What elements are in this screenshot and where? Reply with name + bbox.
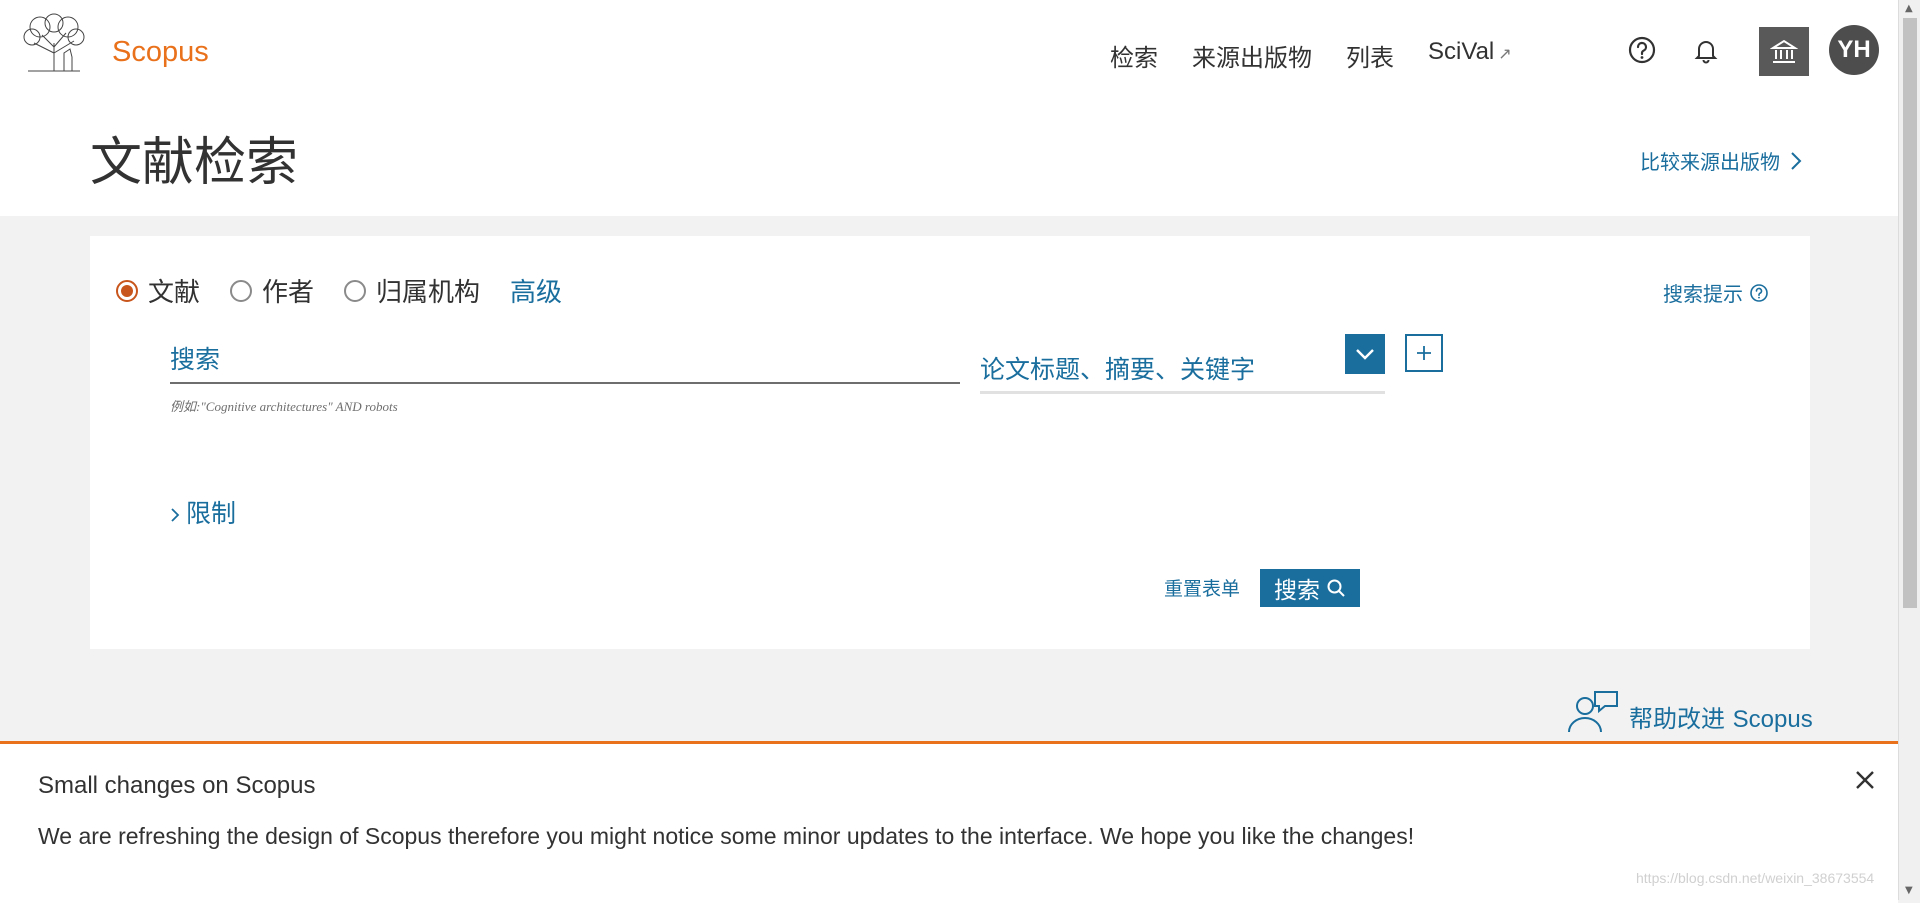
help-circle-icon [1750,283,1768,302]
scroll-down-icon[interactable]: ▼ [1905,886,1915,896]
search-icon [1327,579,1345,597]
feedback-link[interactable]: 帮助改进 Scopus [1565,688,1813,734]
search-button-label: 搜索 [1274,578,1320,604]
external-link-icon: ↗ [1498,46,1512,63]
page-title: 文献检索 [90,133,299,193]
top-header: Scopus 检索 来源出版物 列表 SciVal ↗ YH [0,0,1898,108]
institution-icon [1770,39,1798,63]
search-field-select[interactable]: 论文标题、摘要、关键字 [980,334,1385,394]
nav-item-lists[interactable]: 列表 [1346,38,1394,73]
close-icon[interactable] [1852,767,1878,793]
nav-item-scival-label: SciVal [1428,38,1495,65]
search-input[interactable] [170,336,960,382]
search-field [170,336,960,384]
radio-affiliations[interactable]: 归属机构 [344,272,480,309]
scroll-up-icon[interactable]: ▲ [1905,4,1915,14]
limits-toggle[interactable]: 限制 [170,494,236,530]
watermark-text: https://blog.csdn.net/weixin_38673554 [1636,870,1875,886]
bell-icon[interactable] [1690,34,1722,66]
radio-affiliations-label: 归属机构 [376,278,481,308]
radio-documents[interactable]: 文献 [116,272,200,309]
nav-item-sources[interactable]: 来源出版物 [1192,38,1312,73]
vertical-scrollbar[interactable]: ▲ ▼ [1898,0,1920,900]
radio-indicator [230,279,253,302]
title-bar: 文献检索 比较来源出版物 [0,108,1898,216]
institution-button[interactable] [1759,27,1809,76]
chevron-down-icon [1356,349,1374,360]
main-nav: 检索 来源出版物 列表 SciVal ↗ [1110,38,1512,73]
nav-item-search[interactable]: 检索 [1110,38,1158,73]
feedback-label-cn: 帮助改进 [1629,705,1725,733]
advanced-search-link[interactable]: 高级 [510,272,562,309]
feedback-people-icon [1568,691,1618,733]
search-field-select-value: 论文标题、摘要、关键字 [980,355,1256,384]
nav-item-scival[interactable]: SciVal ↗ [1428,38,1512,73]
radio-documents-label: 文献 [148,278,201,308]
search-mode-group: 文献 作者 归属机构 高级 [116,272,562,309]
search-example-hint: 例如:"Cognitive architectures" AND robots [170,399,398,414]
radio-indicator [344,279,367,302]
radio-indicator [116,279,138,302]
plus-icon [1417,346,1431,360]
radio-authors[interactable]: 作者 [230,272,314,309]
user-avatar[interactable]: YH [1829,25,1879,75]
feedback-label: 帮助改进 Scopus [1629,699,1813,734]
compare-sources-link[interactable]: 比较来源出版物 [1640,146,1802,175]
compare-sources-label: 比较来源出版物 [1640,150,1780,174]
search-button[interactable]: 搜索 [1260,569,1360,607]
announcement-banner: Small changes on Scopus We are refreshin… [0,741,1898,903]
search-tips-label: 搜索提示 [1663,282,1743,306]
search-tips-link[interactable]: 搜索提示 [1663,278,1769,307]
banner-text: We are refreshing the design of Scopus t… [38,823,1415,849]
limits-label: 限制 [186,499,237,528]
banner-title: Small changes on Scopus [38,772,316,799]
chevron-right-icon [171,508,180,522]
chevron-right-icon [1791,151,1802,170]
add-search-field-button[interactable] [1405,334,1443,372]
search-card: 文献 作者 归属机构 高级 搜索提示 例如:"Cognitive archite… [90,236,1810,649]
feedback-label-en: Scopus [1732,706,1813,733]
scrollbar-thumb[interactable] [1903,18,1917,608]
reset-form-link[interactable]: 重置表单 [1164,574,1240,601]
dropdown-toggle[interactable] [1345,334,1385,374]
scopus-brand-link[interactable]: Scopus [112,36,209,69]
elsevier-logo-icon[interactable] [20,13,88,73]
help-icon[interactable] [1626,34,1658,66]
radio-authors-label: 作者 [262,278,315,308]
